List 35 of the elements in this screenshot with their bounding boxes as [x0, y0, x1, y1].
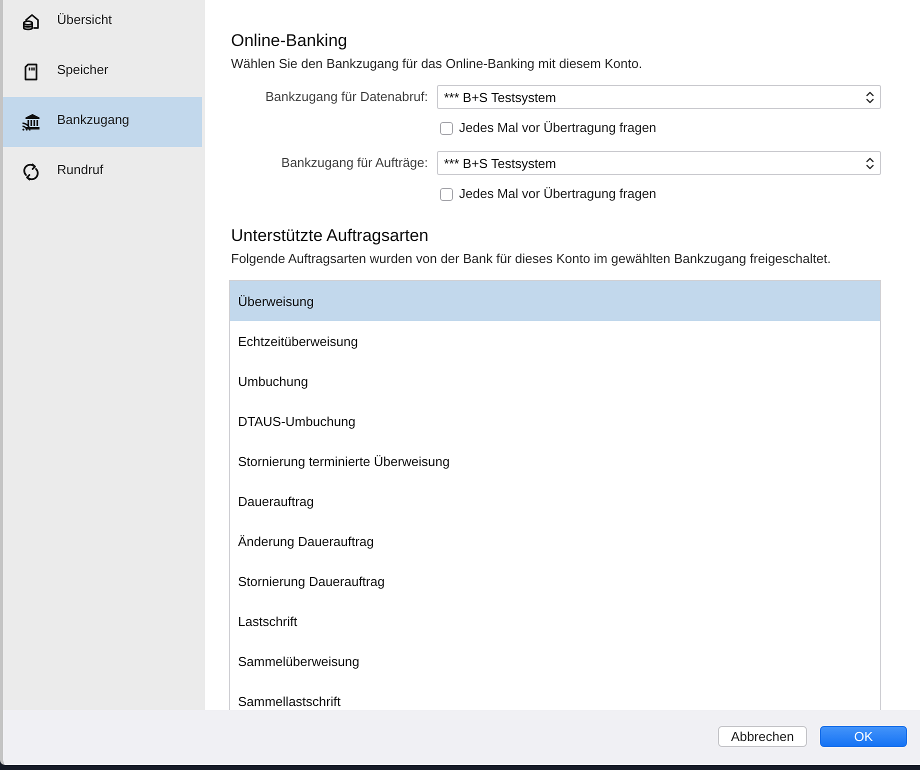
list-item[interactable]: Stornierung Dauerauftrag	[230, 561, 880, 601]
sidebar-item[interactable]: Bankzugang	[3, 97, 202, 147]
list-item[interactable]: Sammellastschrift	[230, 681, 880, 710]
field-label: Bankzugang für Aufträge:	[280, 155, 428, 171]
checkbox[interactable]	[440, 188, 453, 200]
list-item[interactable]: Sammelüberweisung	[230, 641, 880, 681]
section-title: Online-Banking	[231, 30, 348, 52]
list-item[interactable]: Echtzeitüberweisung	[230, 321, 880, 361]
section-description: Folgende Auftragsarten wurden von der Bank für dieses Konto im gewählten Bankzugang freigeschaltet.	[231, 251, 832, 267]
bank-icon	[22, 113, 40, 131]
sidebar-item[interactable]: Übersicht	[3, 0, 202, 47]
cancel-button[interactable]: Abbrechen	[718, 726, 807, 746]
checkbox-label[interactable]: Jedes Mal vor Übertragung fragen	[459, 186, 656, 202]
bank-access-dropdown[interactable]: *** B+S Testsystem	[437, 85, 881, 109]
checkbox[interactable]	[440, 122, 453, 134]
list-item[interactable]: DTAUS-Umbuchung	[230, 401, 880, 441]
sidebar-item[interactable]: Speicher	[3, 47, 202, 97]
chevron-updown-icon	[866, 156, 874, 170]
list-item[interactable]: Änderung Dauerauftrag	[230, 521, 880, 561]
field-label: Bankzugang für Datenabruf:	[264, 89, 428, 105]
refresh-icon	[22, 163, 40, 181]
list-item[interactable]: Überweisung	[230, 281, 880, 321]
ok-button[interactable]: OK	[820, 726, 907, 746]
list-item[interactable]: Stornierung terminierte Überweisung	[230, 441, 880, 481]
list-item[interactable]: Umbuchung	[230, 361, 880, 401]
house-coins-icon	[22, 13, 40, 31]
chevron-updown-icon	[866, 90, 874, 104]
sidebar-item[interactable]: Rundruf	[3, 147, 202, 197]
sd-card-icon	[22, 63, 40, 81]
section-title: Unterstützte Auftragsarten	[231, 225, 430, 247]
checkbox-label[interactable]: Jedes Mal vor Übertragung fragen	[459, 120, 656, 136]
list-item[interactable]: Lastschrift	[230, 601, 880, 641]
bank-access-dropdown[interactable]: *** B+S Testsystem	[437, 151, 881, 175]
section-description: Wählen Sie den Bankzugang für das Online-Banking mit diesem Konto.	[231, 56, 644, 72]
list-item[interactable]: Dauerauftrag	[230, 481, 880, 521]
